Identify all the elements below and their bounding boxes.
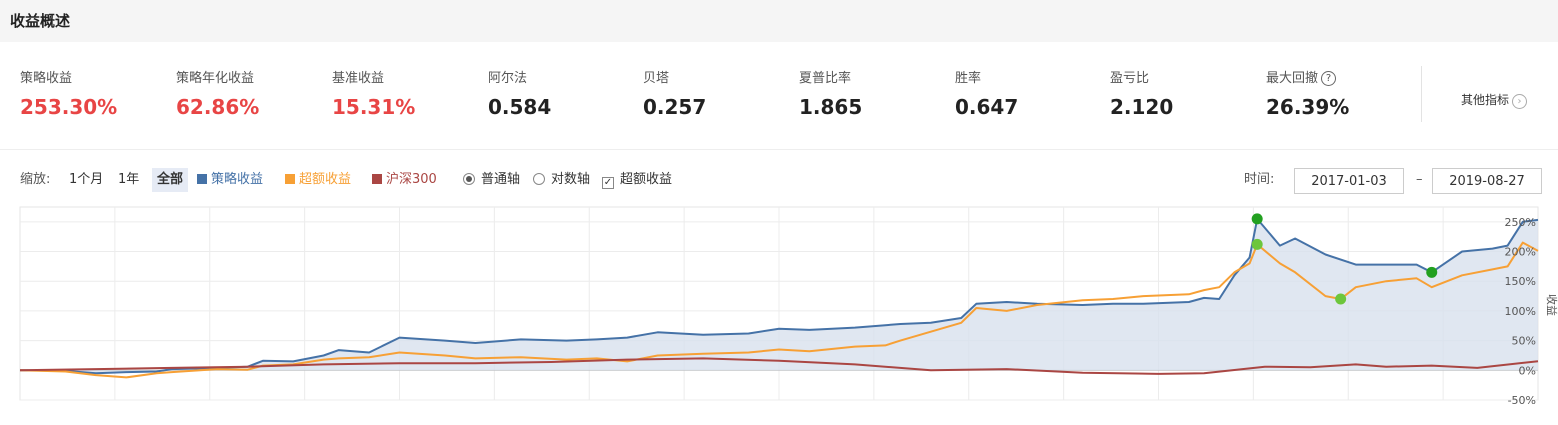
y-tick-label: 200% — [1505, 246, 1536, 259]
metric-label: 最大回撤? — [1266, 67, 1349, 86]
metric-sharpe: 夏普比率 1.865 — [799, 67, 862, 119]
metric-label: 贝塔 — [643, 71, 670, 86]
metric-value: 253.30% — [20, 95, 118, 119]
metric-value: 0.584 — [488, 95, 552, 119]
metric-alpha: 阿尔法 0.584 — [488, 67, 551, 119]
end-date-input[interactable] — [1432, 168, 1542, 194]
legend-label: 超额收益 — [299, 172, 352, 187]
legend-swatch — [372, 174, 382, 184]
question-circle-icon[interactable]: ? — [1321, 71, 1337, 86]
normal-axis-radio[interactable]: 普通轴 — [463, 168, 520, 192]
legend-label: 沪深300 — [386, 172, 437, 187]
zoom-1-month-button[interactable]: 1个月 — [64, 168, 108, 192]
returns-chart: 250% 200% 150% 100% 50% 0% -50% 收益 — [0, 205, 1558, 410]
drawdown-marker — [1335, 293, 1347, 305]
start-date-input[interactable] — [1294, 168, 1404, 194]
metric-label-text: 最大回撤 — [1266, 71, 1319, 86]
excess-return-checkbox[interactable]: ✓ 超额收益 — [602, 168, 672, 192]
metrics-divider — [1421, 66, 1422, 122]
metric-max-drawdown: 最大回撤? 26.39% — [1266, 67, 1349, 119]
y-tick-label: 0% — [1519, 364, 1536, 377]
metric-label: 策略收益 — [20, 71, 73, 86]
metric-strategy-return: 策略收益 253.30% — [20, 67, 117, 119]
metric-label: 基准收益 — [332, 71, 385, 86]
zoom-label: 缩放: — [20, 172, 51, 187]
metric-value: 1.865 — [799, 95, 863, 119]
date-separator: – — [1416, 172, 1423, 187]
other-metrics-button[interactable]: 其他指标 › — [1461, 91, 1528, 109]
y-axis-label: 收益 — [1545, 294, 1558, 316]
legend-item-excess[interactable]: 超额收益 — [285, 168, 351, 192]
radio-label: 普通轴 — [481, 172, 521, 187]
metric-value: 0.257 — [643, 95, 707, 119]
metric-value: 2.120 — [1110, 95, 1174, 119]
y-tick-label: 50% — [1512, 335, 1536, 348]
panel-header: 收益概述 — [0, 0, 1558, 42]
metric-value: 15.31% — [332, 95, 416, 119]
zoom-all-button[interactable]: 全部 — [152, 168, 189, 192]
metric-value: 0.647 — [955, 95, 1019, 119]
metric-label: 策略年化收益 — [176, 71, 255, 86]
chevron-right-circle-icon: › — [1512, 94, 1528, 109]
metric-annual-return: 策略年化收益 62.86% — [176, 67, 259, 119]
radio-checked-icon — [463, 173, 475, 185]
drawdown-marker — [1251, 238, 1263, 250]
checkbox-label: 超额收益 — [620, 172, 673, 187]
y-tick-label: 100% — [1505, 305, 1536, 318]
other-metrics-label: 其他指标 — [1461, 93, 1510, 107]
metric-profit-loss-ratio: 盈亏比 2.120 — [1110, 67, 1173, 119]
drawdown-marker — [1426, 266, 1438, 278]
metric-value: 62.86% — [176, 95, 260, 119]
metric-label: 胜率 — [955, 71, 982, 86]
radio-unchecked-icon — [533, 173, 545, 185]
chart-toolbar: 缩放: 1个月 1年 全部 策略收益 超额收益 沪深300 普通轴 对数轴 ✓ 超… — [0, 168, 1558, 194]
drawdown-marker — [1251, 213, 1263, 225]
y-tick-label: 250% — [1505, 216, 1536, 229]
time-label: 时间: — [1244, 172, 1275, 187]
legend-label: 策略收益 — [211, 172, 264, 187]
legend-swatch — [285, 174, 295, 184]
legend-item-strategy[interactable]: 策略收益 — [197, 168, 263, 192]
y-tick-label: 150% — [1505, 275, 1536, 288]
zoom-1-year-button[interactable]: 1年 — [113, 168, 144, 192]
metrics-bar: 策略收益 253.30% 策略年化收益 62.86% 基准收益 15.31% 阿… — [0, 42, 1558, 150]
legend-swatch — [197, 174, 207, 184]
metric-win-rate: 胜率 0.647 — [955, 67, 1018, 119]
checkbox-checked-icon: ✓ — [602, 177, 614, 189]
y-tick-label: -50% — [1508, 394, 1536, 407]
legend-item-hs300[interactable]: 沪深300 — [372, 168, 437, 192]
metric-benchmark-return: 基准收益 15.31% — [332, 67, 415, 119]
radio-label: 对数轴 — [551, 172, 591, 187]
metric-label: 阿尔法 — [488, 71, 528, 86]
returns-chart-svg: 250% 200% 150% 100% 50% 0% -50% 收益 — [19, 206, 1558, 407]
panel-title: 收益概述 — [10, 12, 71, 30]
metric-beta: 贝塔 0.257 — [643, 67, 706, 119]
log-axis-radio[interactable]: 对数轴 — [533, 168, 590, 192]
metric-value: 26.39% — [1266, 95, 1350, 119]
metric-label: 夏普比率 — [799, 71, 852, 86]
metric-label: 盈亏比 — [1110, 71, 1150, 86]
